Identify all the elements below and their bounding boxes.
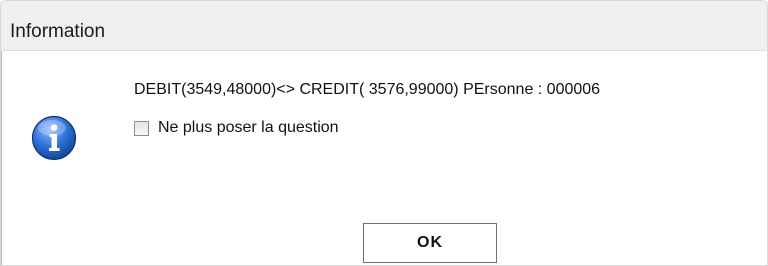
dont-ask-again-label[interactable]: Ne plus poser la question [158,118,339,138]
window-edge [1,51,2,265]
information-dialog: Information DEBIT(3549,48000)<> CREDIT( … [0,0,768,266]
info-icon [31,115,77,161]
dont-ask-again-checkbox[interactable] [134,120,149,136]
title-bar[interactable]: Information [1,1,767,51]
ok-button[interactable]: OK [363,223,497,263]
dialog-title: Information [10,21,106,42]
dont-ask-again-option[interactable]: Ne plus poser la question [134,117,339,139]
dialog-message: DEBIT(3549,48000)<> CREDIT( 3576,99000) … [134,81,601,98]
